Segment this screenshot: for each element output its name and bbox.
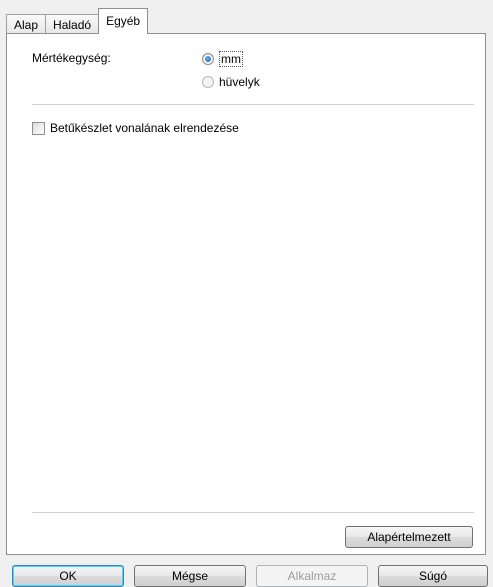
radio-inch[interactable]: hüvelyk [202,75,260,89]
tab-halado[interactable]: Haladó [45,14,100,34]
radio-mm-label: mm [219,51,243,67]
tab-panel-egyeb: Mértékegység: mm hüvelyk Betűkészlet von… [6,33,486,555]
separator-bottom [32,512,474,514]
font-line-checkbox-label: Betűkészlet vonalának elrendezése [50,121,239,135]
checkbox-icon[interactable] [32,121,45,135]
tab-alap[interactable]: Alap [6,14,47,34]
radio-inch-label: hüvelyk [219,75,260,89]
help-button[interactable]: Súgó [378,565,488,587]
printer-preferences-dialog: Alap Haladó Egyéb Mértékegység: mm hüvel… [0,0,493,587]
radio-unchecked-icon[interactable] [202,76,214,88]
tab-strip: Alap Haladó Egyéb [6,8,149,34]
restore-defaults-button[interactable]: Alapértelmezett [345,526,473,548]
apply-button[interactable]: Alkalmaz [256,565,368,587]
units-label: Mértékegység: [32,51,111,65]
ok-button[interactable]: OK [12,565,124,587]
radio-checked-icon[interactable] [202,53,214,65]
font-line-checkbox-row[interactable]: Betűkészlet vonalának elrendezése [32,121,239,135]
cancel-button[interactable]: Mégse [134,565,246,587]
radio-mm[interactable]: mm [202,51,243,67]
separator-top [32,104,474,106]
tab-egyeb[interactable]: Egyéb [98,8,149,34]
